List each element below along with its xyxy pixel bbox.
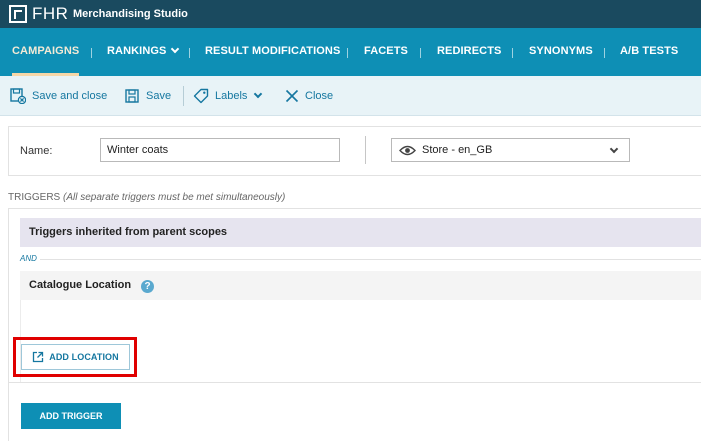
and-label: AND xyxy=(20,254,37,263)
nav-campaigns[interactable]: CAMPAIGNS xyxy=(12,28,80,76)
action-toolbar: Save and close Save Labels Close xyxy=(0,76,701,116)
nav-separator xyxy=(189,48,190,58)
eye-icon xyxy=(399,145,416,155)
triggers-note: (All separate triggers must be met simul… xyxy=(63,192,286,203)
chevron-down-icon xyxy=(254,89,263,99)
nav-separator xyxy=(420,48,421,58)
nav-separator xyxy=(604,48,605,58)
nav-separator xyxy=(347,48,348,58)
section-divider xyxy=(8,382,701,383)
close-button[interactable]: Close xyxy=(285,76,333,116)
nav-ab-tests[interactable]: A/B TESTS xyxy=(620,28,678,76)
store-select[interactable]: Store - en_GB xyxy=(391,138,630,162)
labels-dropdown-button[interactable]: Labels xyxy=(193,76,263,116)
logo-text: FHR xyxy=(32,4,69,23)
nav-result-modifications[interactable]: RESULT MODIFICATIONS xyxy=(205,28,340,76)
app-title: Merchandising Studio xyxy=(73,8,188,20)
nav-separator xyxy=(91,48,92,58)
name-label: Name: xyxy=(20,145,53,157)
tag-icon xyxy=(193,88,209,104)
name-input[interactable] xyxy=(100,138,340,162)
triggers-heading: TRIGGERS (All separate triggers must be … xyxy=(8,192,286,203)
main-nav: CAMPAIGNS RANKINGS RESULT MODIFICATIONS … xyxy=(0,28,701,76)
logo-icon xyxy=(9,5,27,23)
nav-rankings[interactable]: RANKINGS xyxy=(107,28,180,76)
nav-facets[interactable]: FACETS xyxy=(364,28,408,76)
nav-synonyms[interactable]: SYNONYMS xyxy=(529,28,593,76)
field-separator xyxy=(365,136,366,164)
nav-redirects[interactable]: REDIRECTS xyxy=(437,28,501,76)
external-link-icon xyxy=(33,351,44,363)
inherited-triggers-header: Triggers inherited from parent scopes xyxy=(20,218,701,247)
save-button[interactable]: Save xyxy=(125,76,171,116)
add-location-button[interactable]: ADD LOCATION xyxy=(21,344,130,370)
nav-separator xyxy=(512,48,513,58)
save-icon xyxy=(125,88,139,103)
catalogue-location-label: Catalogue Location xyxy=(29,279,132,291)
save-close-icon xyxy=(10,88,26,104)
close-icon xyxy=(285,89,299,103)
toolbar-separator xyxy=(183,86,184,106)
and-divider xyxy=(40,259,701,260)
chevron-down-icon xyxy=(171,44,180,54)
save-and-close-button[interactable]: Save and close xyxy=(10,76,107,116)
app-header: FHR Merchandising Studio xyxy=(0,0,701,28)
chevron-down-icon xyxy=(609,144,619,154)
help-icon[interactable]: ? xyxy=(141,280,154,293)
add-trigger-button[interactable]: ADD TRIGGER xyxy=(21,403,121,429)
store-select-value: Store - en_GB xyxy=(422,144,493,156)
